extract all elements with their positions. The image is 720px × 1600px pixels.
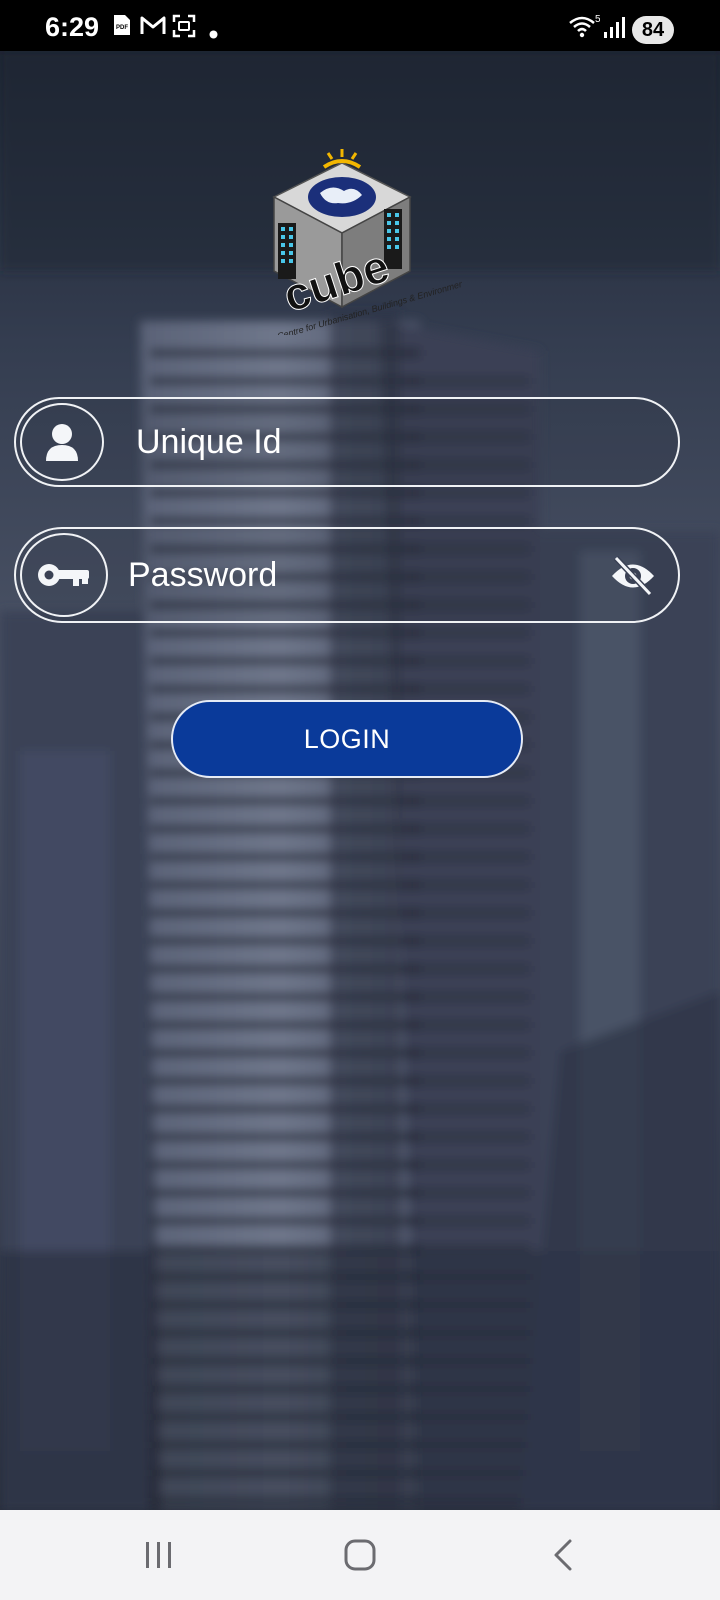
password-input[interactable] [128,529,598,621]
screenshot-icon [172,14,196,43]
user-icon [20,403,104,481]
key-icon [20,533,108,617]
cube-logo-icon: cube Centre for Urbanisation, Buildings … [262,145,468,341]
home-icon[interactable] [343,1538,377,1577]
system-nav-bar [0,1510,720,1600]
login-screen: 6:29 PDF 5 84 cube Centre for Urbanisati… [0,0,720,1600]
wifi-label: 5 [595,14,600,25]
gmail-icon [140,14,166,41]
login-button[interactable]: LOGIN [171,700,523,778]
status-time: 6:29 [45,12,100,42]
eye-off-icon[interactable] [610,555,656,597]
wifi-icon: 5 [568,14,601,45]
notification-dot-icon [209,26,218,44]
svg-text:PDF: PDF [116,25,128,31]
back-icon[interactable] [551,1538,575,1577]
status-bar: 6:29 PDF 5 84 [0,0,720,51]
password-field[interactable] [14,527,680,623]
pdf-icon: PDF [113,14,131,41]
battery-indicator: 84 [632,16,674,44]
signal-icon [603,17,625,44]
unique-id-field[interactable] [14,397,680,487]
unique-id-input[interactable] [136,399,656,485]
recent-apps-icon[interactable] [143,1540,175,1575]
